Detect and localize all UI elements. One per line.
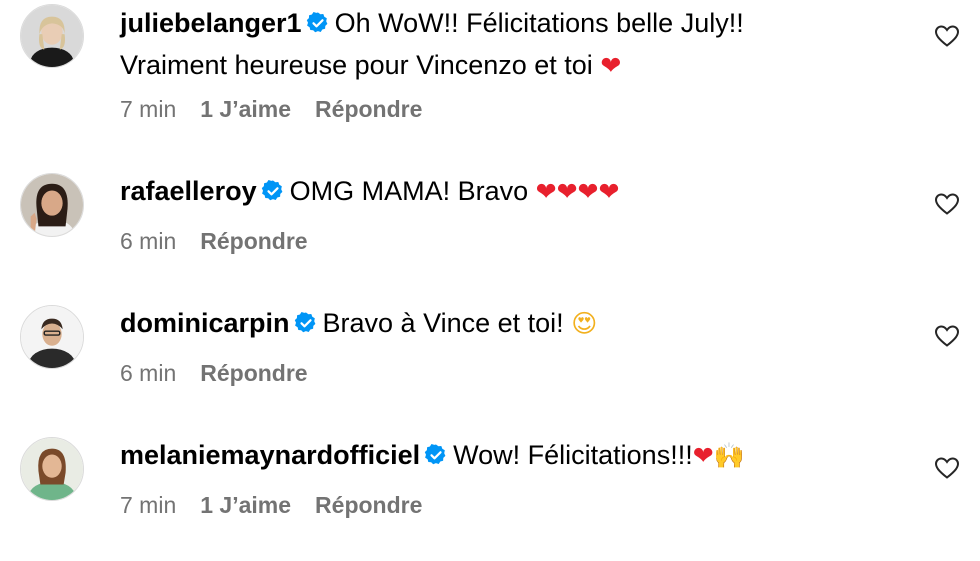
comment-text: Bravo à Vince et toi!: [322, 308, 564, 338]
comment-meta: 7 min 1 J’aime Répondre: [120, 492, 422, 519]
verified-badge-icon: [294, 311, 318, 335]
verified-badge-icon: [261, 179, 285, 203]
avatar-photo-icon: [21, 306, 83, 368]
avatar[interactable]: [20, 4, 84, 68]
avatar[interactable]: [20, 437, 84, 501]
heart-outline-icon[interactable]: [934, 456, 960, 480]
comment-meta: 7 min 1 J’aime Répondre: [120, 96, 422, 123]
comment-username[interactable]: rafaelleroy: [120, 176, 257, 206]
verified-badge-icon: [424, 443, 448, 467]
avatar-photo-icon: [21, 5, 83, 67]
heart-raised-hands-emoji: ❤🙌: [692, 441, 745, 470]
comment-username[interactable]: juliebelanger1: [120, 8, 302, 38]
reply-button[interactable]: Répondre: [200, 228, 307, 255]
comment-username[interactable]: dominicarpin: [120, 308, 290, 338]
heart-outline-icon[interactable]: [934, 24, 960, 48]
heart-emoji: ❤: [600, 51, 622, 80]
comment-time[interactable]: 7 min: [120, 492, 176, 519]
comment-username[interactable]: melaniemaynardofficiel: [120, 440, 420, 470]
reply-button[interactable]: Répondre: [315, 96, 422, 123]
avatar-photo-icon: [21, 174, 83, 236]
comment-text: Oh WoW!! Félicitations belle July!!: [334, 8, 744, 38]
verified-badge-icon: [306, 11, 330, 35]
comment-time[interactable]: 6 min: [120, 228, 176, 255]
heart-emoji: ❤❤❤❤: [535, 177, 620, 206]
comment-time[interactable]: 7 min: [120, 96, 176, 123]
reply-button[interactable]: Répondre: [315, 492, 422, 519]
like-count-button[interactable]: 1 J’aime: [200, 96, 291, 123]
comment-time[interactable]: 6 min: [120, 360, 176, 387]
reply-button[interactable]: Répondre: [200, 360, 307, 387]
comment-text: Vraiment heureuse pour Vincenzo et toi: [120, 50, 593, 80]
heart-outline-icon[interactable]: [934, 324, 960, 348]
like-count-button[interactable]: 1 J’aime: [200, 492, 291, 519]
comment-body: rafaelleroy OMG MAMA! Bravo ❤❤❤❤: [120, 170, 910, 213]
comment-meta: 6 min Répondre: [120, 360, 308, 387]
comment-text: OMG MAMA! Bravo: [289, 176, 529, 206]
comment-body: melaniemaynardofficiel Wow! Félicitations…: [120, 434, 910, 477]
comment-body: dominicarpin Bravo à Vince et toi! 😍: [120, 302, 910, 345]
heart-outline-icon[interactable]: [934, 192, 960, 216]
heart-eyes-emoji: 😍: [571, 309, 598, 338]
avatar[interactable]: [20, 305, 84, 369]
comment-body: juliebelanger1 Oh WoW!! Félicitations bel…: [120, 2, 910, 87]
comment-meta: 6 min Répondre: [120, 228, 308, 255]
avatar[interactable]: [20, 173, 84, 237]
avatar-photo-icon: [21, 438, 83, 500]
comment-text: Wow! Félicitations!!!: [453, 440, 693, 470]
